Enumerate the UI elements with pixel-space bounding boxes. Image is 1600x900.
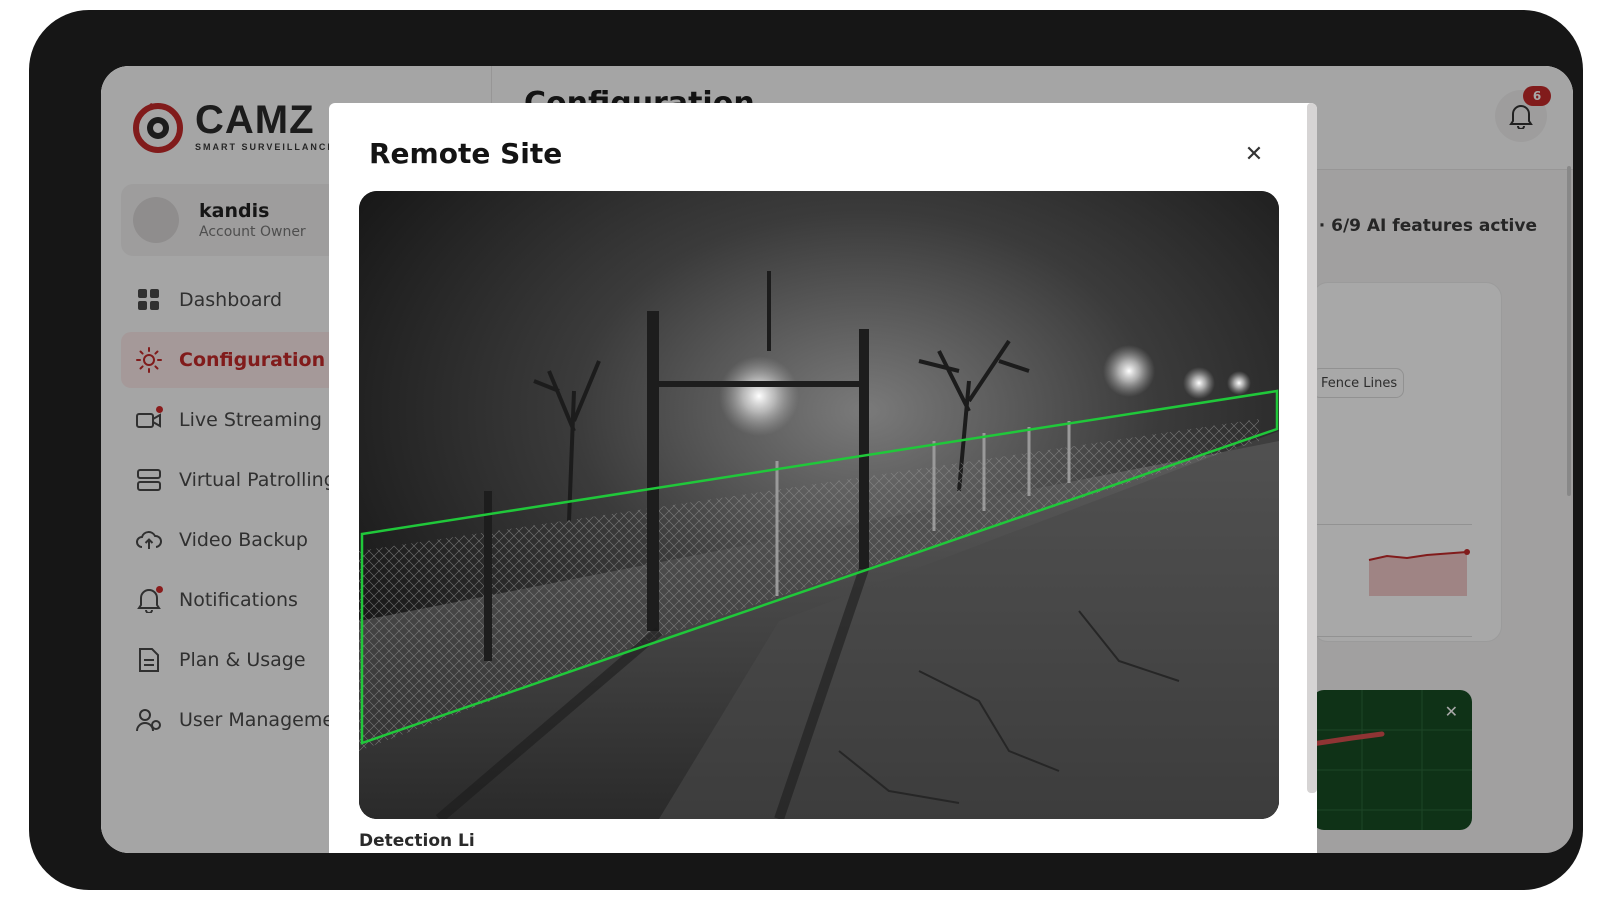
modal-scrollbar[interactable]	[1307, 103, 1317, 793]
camera-feed-image[interactable]	[359, 191, 1279, 819]
device-bezel: CAMZ SMART SURVEILLANCE, S kandis Accoun…	[29, 10, 1583, 890]
camera-view-modal: Remote Site ✕ Detection Li	[329, 103, 1317, 853]
close-icon: ✕	[1244, 141, 1264, 167]
modal-title: Remote Site	[369, 137, 563, 170]
close-button[interactable]: ✕	[1243, 141, 1265, 167]
detection-section-label: Detection Li	[359, 831, 475, 851]
app-screen: CAMZ SMART SURVEILLANCE, S kandis Accoun…	[101, 66, 1573, 853]
